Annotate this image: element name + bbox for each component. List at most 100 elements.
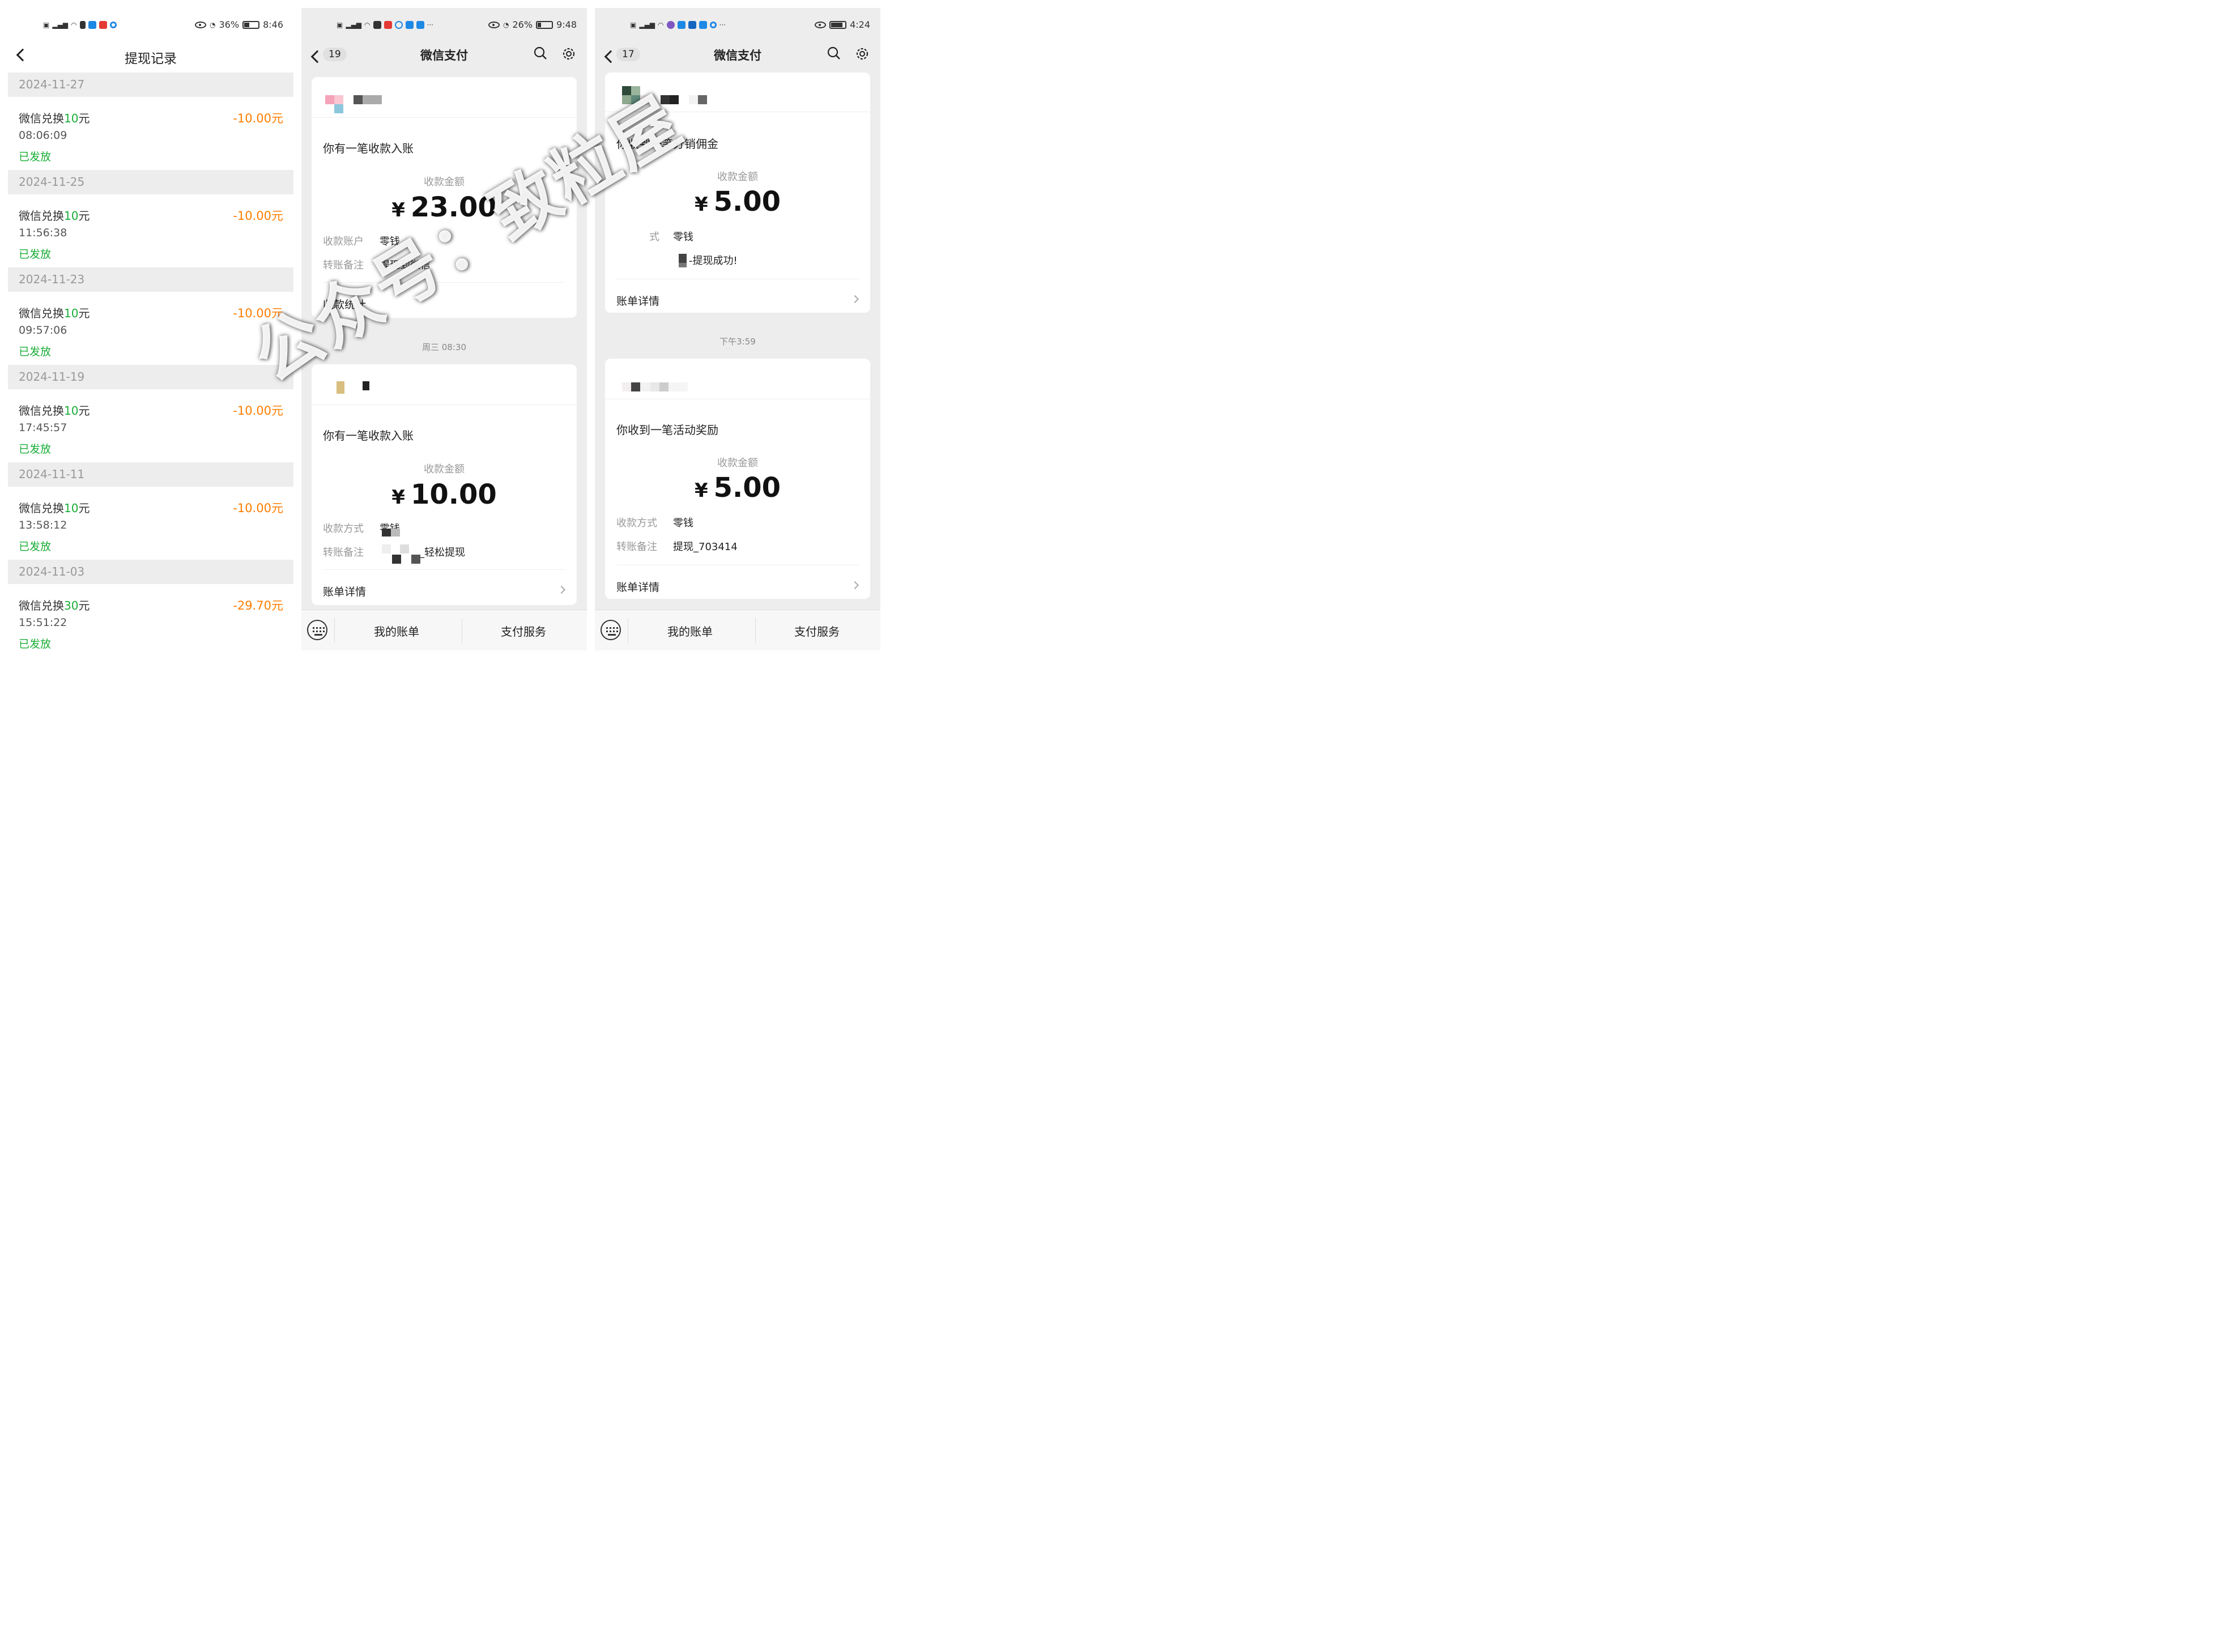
row-key: 收款方式 [323, 523, 364, 535]
tab-pay-services[interactable]: 支付服务 [501, 623, 546, 639]
footer-label: 账单详情 [616, 295, 660, 308]
row-value: _轻松提现 [419, 547, 465, 559]
speed-icon: ◔ [210, 20, 216, 29]
eye-icon [815, 21, 827, 28]
record-time: 13:58:12 [19, 519, 67, 531]
currency-symbol: ¥ [694, 479, 708, 502]
eye-icon [488, 21, 500, 28]
sender-name-blurred [354, 95, 382, 104]
chevron-right-icon [557, 585, 566, 594]
row-key: 转账备注 [323, 547, 364, 559]
date-header: 2024-11-27 [8, 73, 293, 97]
eye-icon [195, 21, 207, 28]
bottom-menu: 我的账单 支付服务 [301, 610, 587, 650]
gear-icon[interactable] [561, 46, 577, 62]
status-icons-right: ◔ 26% 9:48 [488, 19, 577, 30]
list-item[interactable]: 微信兑换10元 -10.00元 13:58:12 已发放 [8, 487, 293, 560]
remark-row: -提现成功! [616, 253, 738, 267]
record-time: 08:06:09 [19, 129, 67, 142]
taobao-icon [384, 21, 392, 29]
status-badge: 已发放 [19, 540, 52, 553]
record-name: 微信兑换10元 [19, 304, 90, 321]
list-item[interactable]: 微信兑换30元 -29.70元 15:51:22 已发放 [8, 584, 293, 650]
list-item[interactable]: 微信兑换10元 -10.00元 11:56:38 已发放 [8, 194, 293, 267]
app-icon [416, 21, 424, 29]
list-item[interactable]: 微信兑换10元 -10.00元 08:06:09 已发放 [8, 97, 293, 170]
record-group: 2024-11-25 微信兑换10元 -10.00元 11:56:38 已发放 [8, 170, 293, 267]
payment-card[interactable]: 你收到一笔活动奖励 收款金额 ¥5.00 收款方式 零钱 转账备注 提现_70341… [605, 359, 870, 599]
status-icons-left: ▣ ▂▄▆ ◠ [43, 21, 117, 29]
status-badge: 已发放 [19, 151, 52, 163]
status-icons-right: ◔ 36% 8:46 [195, 19, 283, 30]
tab-my-bills[interactable]: 我的账单 [374, 623, 419, 639]
search-icon[interactable] [827, 46, 841, 60]
date-header: 2024-11-11 [8, 462, 293, 487]
payment-card[interactable]: 你有一笔收款入账 收款金额 ¥10.00 收款方式零钱 转账备注_轻松提现 账单… [312, 364, 577, 605]
tab-my-bills[interactable]: 我的账单 [667, 623, 713, 639]
bill-detail-link[interactable]: 账单详情 [616, 279, 859, 312]
battery-icon [242, 20, 260, 29]
status-badge: 已发放 [19, 443, 52, 455]
row-value: -提现成功! [689, 255, 738, 267]
battery-percent: 26% [512, 19, 533, 30]
record-list: 2024-11-27 微信兑换10元 -10.00元 08:06:09 已发放 2024-… [8, 73, 293, 650]
record-time: 09:57:06 [19, 324, 67, 337]
status-icons-left: ▣ ▂▄▆ ◠ ··· [630, 21, 726, 29]
blurred-block [679, 263, 687, 267]
page-title: 提现记录 [125, 52, 177, 66]
record-time: 11:56:38 [19, 227, 67, 239]
tab-pay-services[interactable]: 支付服务 [794, 623, 840, 639]
card-title: 你有一笔收款入账 [323, 142, 414, 155]
row-value: 零钱 [673, 231, 693, 243]
blurred-block [679, 254, 687, 263]
bill-detail-link[interactable]: 账单详情 [616, 565, 859, 598]
status-badge: 已发放 [19, 638, 52, 650]
amount-value: 5.00 [713, 186, 781, 218]
search-icon[interactable] [534, 46, 547, 60]
record-amount: -10.00元 [233, 209, 283, 223]
row-key: 式 [649, 231, 659, 243]
chevron-right-icon [850, 295, 859, 304]
app-icon [677, 21, 686, 29]
name-amount: 30 [64, 599, 79, 612]
signal-icon: ▂▄▆ [346, 21, 362, 29]
name-suffix: 元 [78, 599, 90, 612]
app-icon [405, 21, 414, 29]
avatar [325, 95, 343, 104]
footer-label: 账单详情 [323, 586, 367, 598]
bill-detail-link[interactable]: 账单详情 [323, 569, 566, 603]
amount-value: 5.00 [713, 472, 781, 504]
hd-icon: ▣ [337, 21, 343, 29]
name-prefix: 微信兑换 [19, 306, 64, 320]
currency-symbol: ¥ [391, 486, 405, 509]
name-amount: 10 [64, 112, 79, 125]
record-group: 2024-11-11 微信兑换10元 -10.00元 13:58:12 已发放 [8, 462, 293, 560]
blurred-block [392, 555, 420, 564]
keyboard-icon[interactable] [307, 620, 327, 640]
card-title: 你收到一笔活动奖励 [616, 423, 718, 437]
bottom-menu: 我的账单 支付服务 [595, 610, 880, 650]
avatar [337, 381, 344, 394]
sender-name-blurred [363, 381, 369, 390]
status-badge: 已发放 [19, 346, 52, 358]
signal-icon: ▂▄▆ [639, 21, 655, 29]
app-icon [88, 21, 96, 29]
message-timestamp: 下午3:59 [719, 337, 756, 347]
date-header: 2024-11-19 [8, 365, 293, 389]
wifi-icon: ◠ [71, 21, 77, 29]
clock: 4:24 [850, 19, 870, 30]
avatar-part [334, 104, 343, 113]
record-amount: -10.00元 [233, 112, 283, 125]
gear-icon[interactable] [854, 46, 870, 62]
record-amount: -10.00元 [233, 404, 283, 418]
record-amount: -10.00元 [233, 501, 283, 515]
list-item[interactable]: 微信兑换10元 -10.00元 17:45:57 已发放 [8, 389, 293, 462]
wifi-icon: ◠ [658, 21, 664, 29]
record-group: 2024-11-03 微信兑换30元 -29.70元 15:51:22 已发放 [8, 560, 293, 650]
wechat-icon [373, 21, 381, 29]
keyboard-icon[interactable] [601, 620, 621, 640]
row-value: 提现_703414 [673, 541, 738, 553]
name-suffix: 元 [78, 306, 90, 320]
record-name: 微信兑换10元 [19, 207, 90, 223]
currency-symbol: ¥ [694, 193, 708, 216]
